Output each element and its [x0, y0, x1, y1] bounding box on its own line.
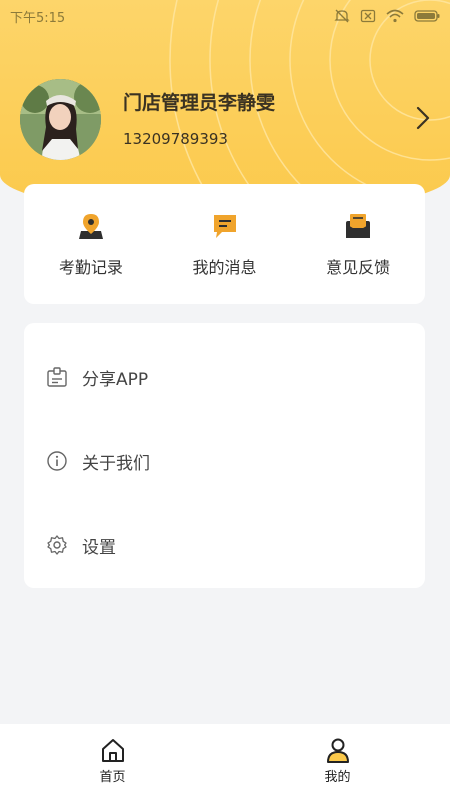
- user-icon: [326, 738, 349, 763]
- tab-label: 首页: [99, 770, 126, 785]
- mute-icon: [334, 9, 350, 23]
- share-app-icon: [47, 367, 67, 387]
- gear-icon: [47, 535, 67, 555]
- status-bar: 下午5:15: [0, 0, 450, 32]
- quick-action-attendance[interactable]: 考勤记录: [24, 184, 158, 304]
- menu-item-settings[interactable]: 设置: [24, 503, 425, 587]
- wifi-icon: [386, 9, 404, 23]
- chevron-right-icon[interactable]: [410, 100, 434, 136]
- menu-item-label: 分享APP: [82, 369, 149, 390]
- menu-item-share-app[interactable]: 分享APP: [24, 335, 425, 419]
- quick-actions-card: 考勤记录 我的消息 意见反馈: [24, 184, 425, 304]
- avatar-photo: [20, 79, 101, 160]
- quick-action-label: 意见反馈: [326, 258, 391, 277]
- bottom-tab-bar: 首页 我的: [0, 724, 450, 800]
- quick-action-label: 考勤记录: [58, 258, 123, 277]
- no-sim-icon: [360, 9, 376, 23]
- location-pin-icon: [78, 214, 103, 239]
- battery-icon: [414, 10, 440, 22]
- profile-phone: 13209789393: [123, 130, 228, 148]
- settings-menu-card: 分享APP 关于我们 设置: [24, 323, 425, 588]
- tab-mine[interactable]: 我的: [225, 724, 450, 800]
- quick-action-label: 我的消息: [192, 258, 257, 277]
- quick-action-feedback[interactable]: 意见反馈: [291, 184, 425, 304]
- menu-item-label: 设置: [82, 537, 116, 558]
- message-icon: [213, 215, 236, 238]
- tab-home[interactable]: 首页: [0, 724, 225, 800]
- status-time: 下午5:15: [10, 10, 66, 26]
- home-icon: [101, 739, 124, 762]
- tab-label: 我的: [324, 770, 351, 785]
- profile-name: 门店管理员李静雯: [123, 92, 276, 114]
- menu-item-label: 关于我们: [82, 453, 150, 474]
- menu-item-about-us[interactable]: 关于我们: [24, 419, 425, 503]
- avatar[interactable]: [20, 79, 101, 160]
- feedback-icon: [346, 214, 371, 238]
- info-icon: [47, 451, 67, 471]
- quick-action-messages[interactable]: 我的消息: [158, 184, 292, 304]
